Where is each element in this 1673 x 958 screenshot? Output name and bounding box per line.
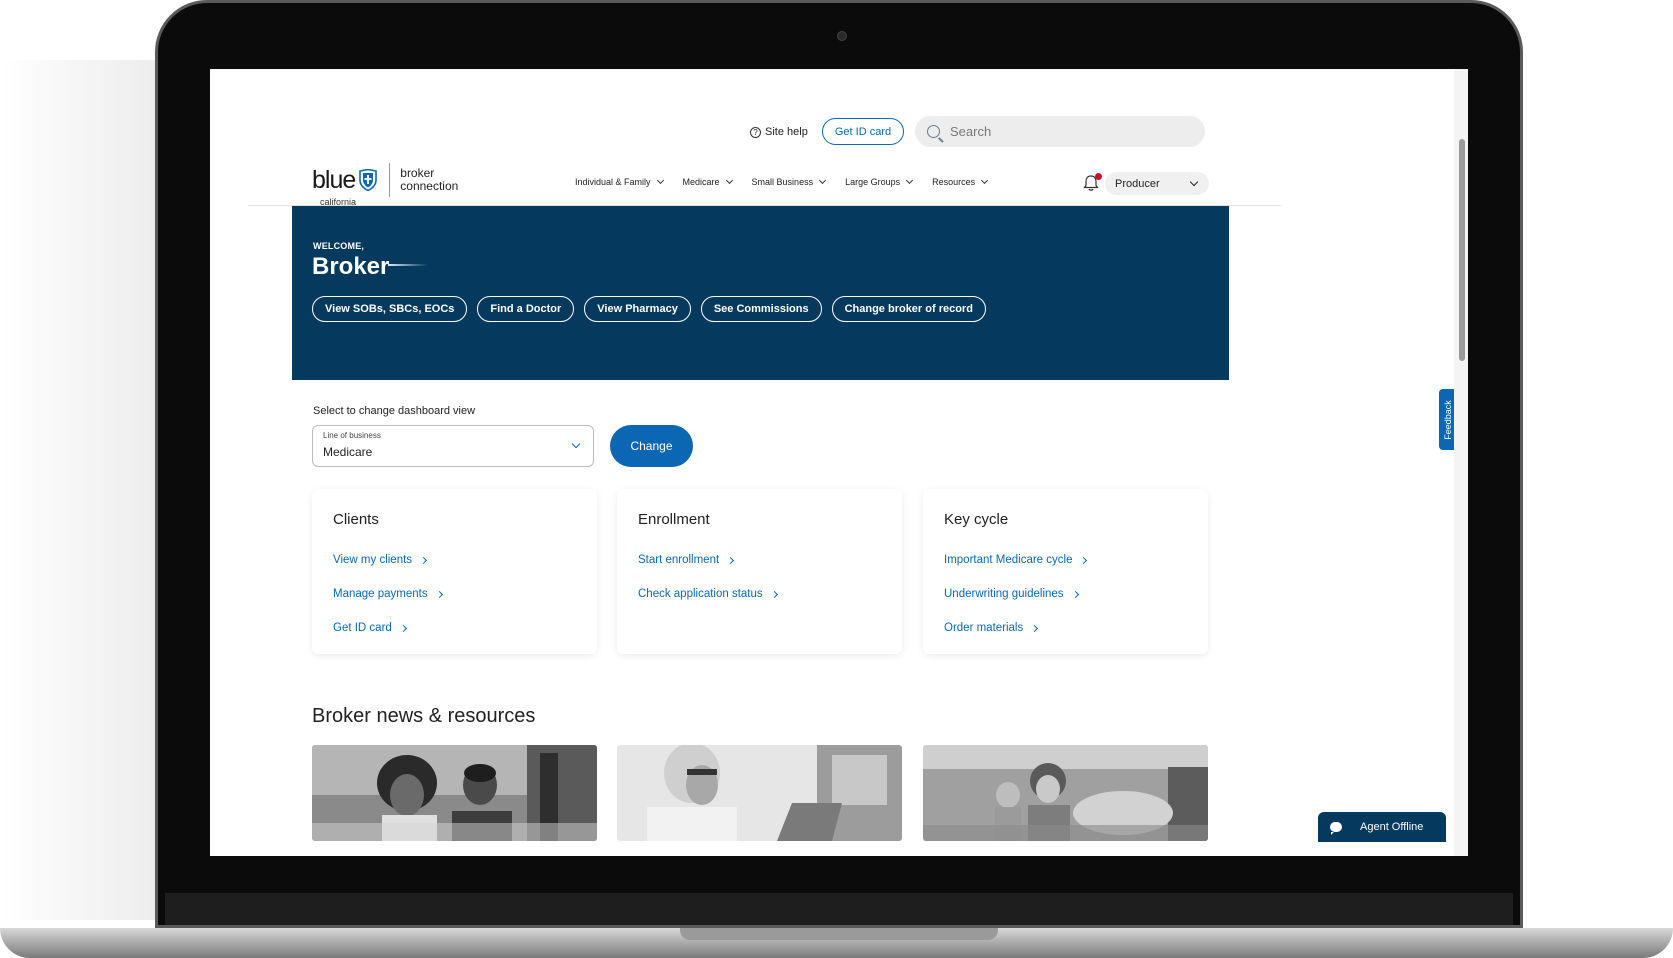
card-link-label: Start enrollment [638,554,720,566]
card-link-label: Order materials [944,622,1024,634]
nav-label: Large Groups [845,177,901,187]
nav-item-medicare[interactable]: Medicare [682,176,733,187]
card-link-label: View my clients [333,554,413,566]
quick-link-sobs[interactable]: View SOBs, SBCs, EOCs [312,296,468,322]
chevron-down-icon [656,176,664,185]
chevron-right-icon [1080,556,1088,564]
user-name-heading: Broker [312,253,390,280]
card-clients: Clients View my clients Manage payments … [312,489,597,654]
nav-item-individual-family[interactable]: Individual & Family [575,176,664,187]
welcome-banner [292,206,1229,380]
card-link-get-id-card[interactable]: Get ID card [333,611,576,645]
nav-item-large-groups[interactable]: Large Groups [845,176,914,187]
card-link-medicare-cycle[interactable]: Important Medicare cycle [944,543,1187,577]
nav-label: Resources [932,177,976,187]
card-title: Key cycle [944,511,1009,528]
card-key-cycle: Key cycle Important Medicare cycle Under… [923,489,1208,654]
chevron-down-icon [906,176,914,185]
chevron-right-icon [727,556,735,564]
nav-label: Small Business [751,177,814,187]
chevron-right-icon [435,590,443,598]
nav-label: Medicare [682,177,720,187]
chevron-down-icon [981,176,989,185]
card-title: Enrollment [638,511,710,528]
chevron-right-icon [1031,624,1039,632]
search-box[interactable] [915,116,1205,147]
news-image-woman-laptop[interactable] [617,745,902,841]
quick-links: View SOBs, SBCs, EOCs Find a Doctor View… [312,296,986,322]
logo-product-name: broker connection [400,167,458,193]
chevron-down-icon [725,176,733,185]
notification-dot [1095,173,1102,180]
quick-link-find-doctor[interactable]: Find a Doctor [477,296,575,322]
chevron-right-icon [399,624,407,632]
get-id-card-button[interactable]: Get ID card [822,118,904,145]
line-of-business-select[interactable]: Line of business Medicare [312,425,594,467]
card-link-order-materials[interactable]: Order materials [944,611,1187,645]
card-link-label: Get ID card [333,622,392,634]
card-link-label: Underwriting guidelines [944,588,1064,600]
quick-link-see-commissions[interactable]: See Commissions [700,296,822,322]
change-button[interactable]: Change [610,425,693,467]
laptop-chin [165,893,1513,925]
search-input[interactable] [950,124,1190,139]
chevron-right-icon [770,590,778,598]
card-link-label: Manage payments [333,588,428,600]
nav-item-resources[interactable]: Resources [932,176,989,187]
laptop-notch [680,928,998,940]
quick-link-change-broker[interactable]: Change broker of record [831,296,986,322]
card-link-application-status[interactable]: Check application status [638,577,881,611]
chat-button[interactable]: Agent Offline [1318,812,1446,842]
chat-bubble-icon [1330,822,1342,835]
card-link-label: Important Medicare cycle [944,554,1073,566]
brand-logo[interactable]: blue california broker connection [312,163,458,208]
nav-label: Individual & Family [575,177,651,187]
card-title: Clients [333,511,379,528]
logo-wordmark: blue california [312,166,356,208]
feedback-label: Feedback [1442,399,1453,440]
main-nav: Individual & Family Medicare Small Busin… [575,176,1007,187]
card-link-label: Check application status [638,588,763,600]
dashboard-view-label: Select to change dashboard view [313,405,476,417]
select-floating-label: Line of business [323,431,381,440]
news-image-couple[interactable] [312,745,597,841]
shield-icon [359,169,378,191]
welcome-label: WELCOME, [313,241,365,251]
laptop-shadow [0,60,160,920]
logo-divider [389,163,391,197]
scrollbar-track[interactable] [1454,69,1468,856]
chevron-right-icon [420,556,428,564]
chevron-down-icon [819,176,827,185]
site-help-label: Site help [765,126,808,138]
scrollbar-thumb[interactable] [1459,139,1465,361]
quick-link-view-pharmacy[interactable]: View Pharmacy [584,296,691,322]
search-icon [927,125,940,138]
card-enrollment: Enrollment Start enrollment Check applic… [617,489,902,654]
chevron-down-icon [1189,177,1199,187]
news-section-title: Broker news & resources [312,705,536,727]
help-icon: ? [750,126,761,138]
site-help-link[interactable]: ? Site help [750,126,808,138]
name-accent-line [388,264,428,266]
chevron-right-icon [1071,590,1079,598]
card-link-manage-payments[interactable]: Manage payments [333,577,576,611]
news-image-girl-dolls[interactable] [923,745,1208,841]
camera-icon [837,31,847,41]
select-value: Medicare [323,445,373,459]
role-select-value: Producer [1115,177,1160,190]
role-select[interactable]: Producer [1105,172,1209,195]
card-link-underwriting[interactable]: Underwriting guidelines [944,577,1187,611]
chevron-down-icon [571,439,581,449]
browser-screen: ? Site help Get ID card blue california … [210,69,1468,856]
card-link-start-enrollment[interactable]: Start enrollment [638,543,881,577]
card-link-view-clients[interactable]: View my clients [333,543,576,577]
nav-item-small-business[interactable]: Small Business [751,176,827,187]
chat-status-label: Agent Offline [1360,821,1424,833]
logo-word: blue [312,166,356,194]
logo-line-2: connection [400,179,459,193]
